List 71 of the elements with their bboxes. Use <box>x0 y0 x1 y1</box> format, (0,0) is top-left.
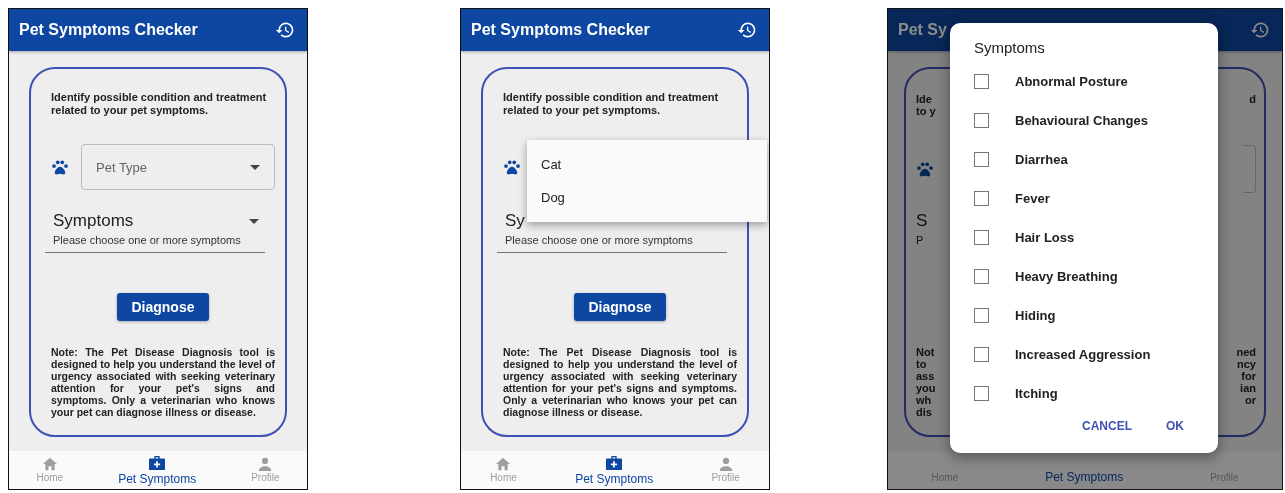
checkbox[interactable] <box>974 308 989 323</box>
menu-item[interactable]: Dog <box>527 181 767 214</box>
pet-type-dropdown[interactable]: Pet Type <box>81 144 275 190</box>
history-icon[interactable] <box>275 20 295 40</box>
paw-icon <box>503 159 521 175</box>
intro-text: Identify possible condition and treatment related to your pet symptoms. <box>51 91 268 117</box>
note-text: Note: The Pet Disease Diagnosis tool is designed to help you understand the level of urgency associated with seeking veterinary attention for your pet's signs and symptoms. Only a veterinarian who knows your pet can diagnose illness or disease. <box>503 346 737 418</box>
text-fragment: dis <box>916 406 933 418</box>
symptoms-hint: Please choose one or more symptoms <box>505 234 694 246</box>
person-icon <box>257 457 274 471</box>
option-label[interactable]: Itching <box>1015 386 1058 401</box>
field-edge <box>1243 145 1256 193</box>
menu-item[interactable]: Cat <box>527 148 767 181</box>
text-fragment: P <box>916 234 925 246</box>
checkbox[interactable] <box>974 230 989 245</box>
text-fragment: ned <box>1236 346 1256 358</box>
checkbox[interactable] <box>974 191 989 206</box>
text-fragment: ass <box>916 370 936 382</box>
text-fragment: for <box>1241 370 1256 382</box>
checkbox[interactable] <box>974 386 989 401</box>
home-icon <box>41 457 58 471</box>
option-label[interactable]: Hair Loss <box>1015 230 1075 245</box>
option-label[interactable]: Behavioural Changes <box>1015 113 1148 128</box>
option-label[interactable]: Hiding <box>1015 308 1056 323</box>
paw-icon <box>916 161 934 177</box>
text-fragment: to <box>916 358 928 370</box>
checkbox[interactable] <box>974 152 989 167</box>
text-fragment: wh <box>916 394 933 406</box>
option-label[interactable]: Diarrhea <box>1015 152 1068 167</box>
checkbox[interactable] <box>974 113 989 128</box>
medical-kit-icon <box>605 454 624 471</box>
text-fragment: S <box>916 211 928 231</box>
text-fragment: ian <box>1240 382 1256 394</box>
option-label[interactable]: Fever <box>1015 191 1050 206</box>
diagnose-button[interactable]: Diagnose <box>574 293 666 321</box>
checkbox[interactable] <box>974 74 989 89</box>
option-label[interactable]: Heavy Breathing <box>1015 269 1118 284</box>
app-title: Pet Symptoms Checker <box>19 21 198 39</box>
history-icon[interactable] <box>1250 20 1270 40</box>
home-icon <box>495 457 512 471</box>
dialog-title: Symptoms <box>974 39 1046 56</box>
nav-tab[interactable]: Pet Symptoms <box>575 454 654 486</box>
dialog-button[interactable]: CANCEL <box>1080 415 1134 437</box>
app-title: Pet Sy <box>898 21 947 39</box>
text-fragment: Not <box>916 346 936 358</box>
caret-icon <box>250 164 260 170</box>
diagnose-button[interactable]: Diagnose <box>117 293 209 321</box>
note-text: Note: The Pet Disease Diagnosis tool is designed to help you understand the level of urgency associated with seeking veterinary attention for your pet's signs and symptoms. Only a veterinarian who knows your pet can diagnose illness or disease. <box>51 346 275 418</box>
symptoms-label: Sy <box>505 211 525 231</box>
history-icon[interactable] <box>737 20 757 40</box>
caret-icon <box>249 218 259 224</box>
medical-kit-icon <box>148 454 167 471</box>
nav-tab[interactable]: Pet Symptoms <box>1045 470 1124 484</box>
nav-tab[interactable]: Pet Symptoms <box>118 454 197 486</box>
text-fragment: d <box>1249 93 1256 105</box>
intro-text: Identify possible condition and treatment related to your pet symptoms. <box>503 91 720 117</box>
dialog-button[interactable]: OK <box>1164 415 1186 437</box>
symptoms-label: Symptoms <box>53 211 134 231</box>
option-label[interactable]: Increased Aggression <box>1015 347 1151 362</box>
text-fragment: Ide <box>916 93 933 105</box>
checkbox[interactable] <box>974 269 989 284</box>
text-fragment: you <box>916 382 936 394</box>
text-fragment: ncy <box>1237 358 1256 370</box>
checkbox[interactable] <box>974 347 989 362</box>
text-fragment: to y <box>916 105 936 117</box>
text-fragment: or <box>1245 394 1256 406</box>
person-icon <box>717 457 734 471</box>
paw-icon <box>51 159 69 175</box>
app-title: Pet Symptoms Checker <box>471 21 650 39</box>
symptoms-hint: Please choose one or more symptoms <box>53 234 242 246</box>
option-label[interactable]: Abnormal Posture <box>1015 74 1128 89</box>
